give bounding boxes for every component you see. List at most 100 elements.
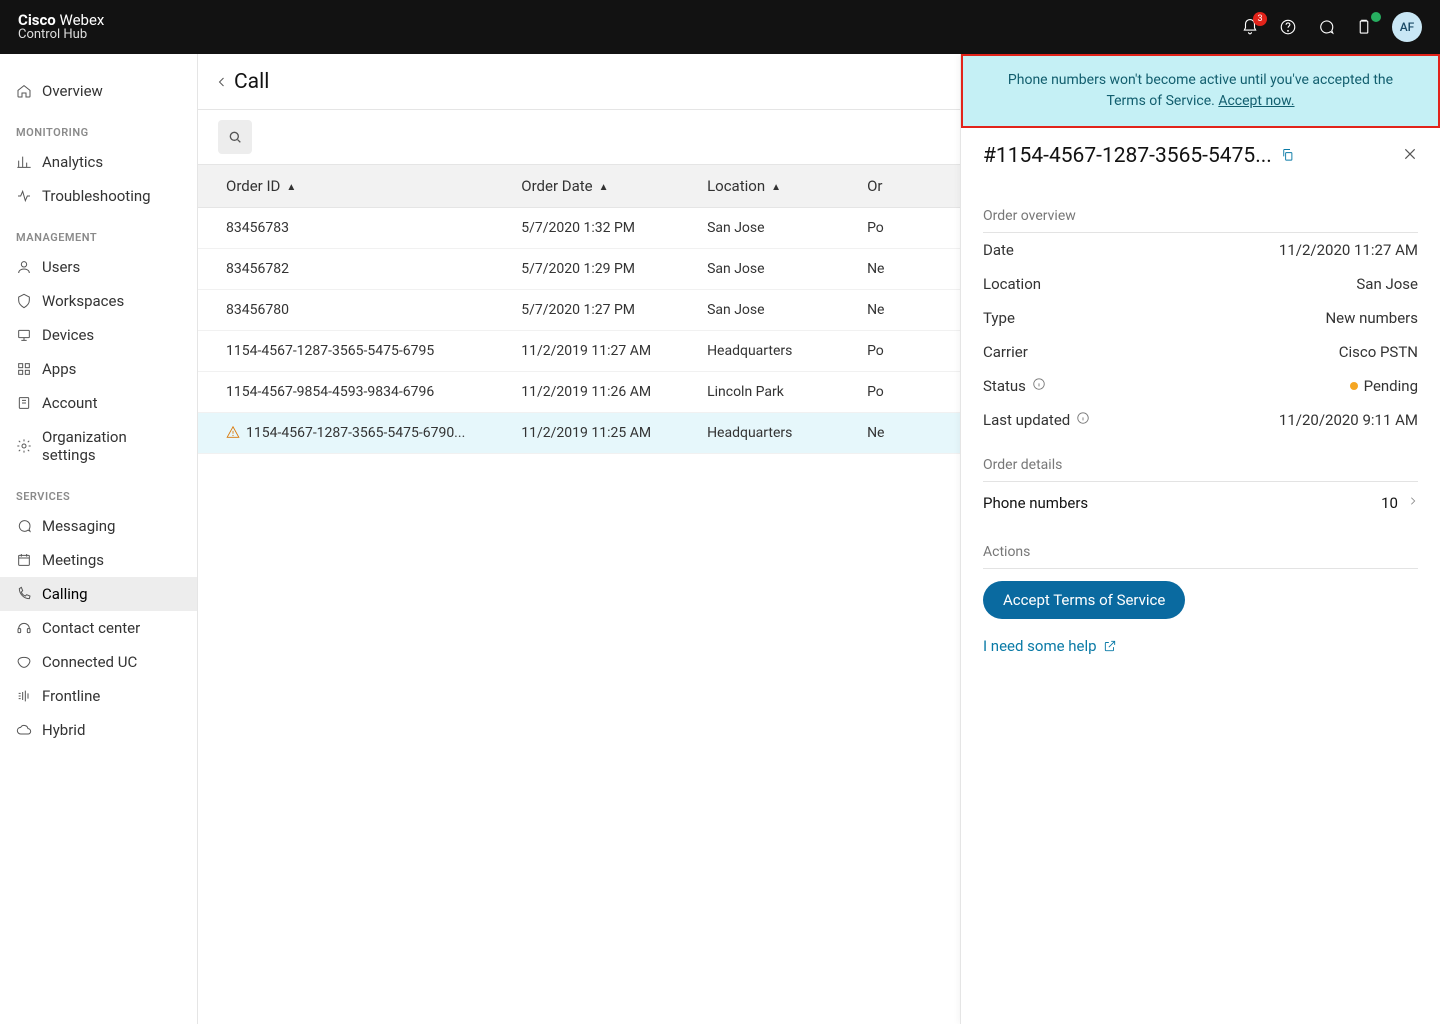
sidebar-label: Frontline [42,687,100,705]
top-actions: 3 AF [1240,12,1422,42]
sidebar-head-management: MANAGEMENT [0,213,197,250]
meetings-icon [16,552,32,568]
sidebar-item-connected-uc[interactable]: Connected UC [0,645,197,679]
cell-date: 5/7/2020 1:27 PM [493,290,679,331]
sidebar-item-workspaces[interactable]: Workspaces [0,284,197,318]
cell-location: San Jose [679,208,839,249]
sidebar-label: Meetings [42,551,104,569]
cell-date: 5/7/2020 1:32 PM [493,208,679,249]
banner-accept-link[interactable]: Accept now. [1218,93,1294,109]
sidebar-item-contact-center[interactable]: Contact center [0,611,197,645]
help-icon[interactable] [1278,17,1298,37]
kv-carrier-v: Cisco PSTN [1339,343,1418,361]
account-icon [16,395,32,411]
sidebar-label: Apps [42,360,76,378]
sidebar-item-devices[interactable]: Devices [0,318,197,352]
phone-k: Phone numbers [983,494,1088,512]
cell-date: 11/2/2019 11:27 AM [493,331,679,372]
back-title[interactable]: Call [216,70,269,94]
sidebar-label: Connected UC [42,653,137,671]
phone-v: 10 [1381,494,1398,512]
bell-icon[interactable]: 3 [1240,17,1260,37]
sidebar-item-analytics[interactable]: Analytics [0,145,197,179]
kv-type-v: New numbers [1325,309,1418,327]
page-title: Call [234,70,269,94]
notif-badge: 3 [1253,12,1267,26]
sidebar-label: Contact center [42,619,140,637]
sidebar-item-messaging[interactable]: Messaging [0,509,197,543]
sidebar-label: Troubleshooting [42,187,151,205]
detail-panel: Phone numbers won't become active until … [960,54,1440,1024]
sidebar-label: Devices [42,326,94,344]
warning-icon [226,425,240,439]
kv-status-k: Status [983,377,1046,395]
info-icon[interactable] [1032,377,1046,395]
sidebar-label: Hybrid [42,721,85,739]
accept-tos-button[interactable]: Accept Terms of Service [983,581,1185,619]
sidebar-item-troubleshooting[interactable]: Troubleshooting [0,179,197,213]
sidebar-item-calling[interactable]: Calling [0,577,197,611]
organization-settings-icon [16,438,32,454]
info-icon[interactable] [1076,411,1090,429]
sidebar-head-monitoring: MONITORING [0,108,197,145]
apps-icon [16,361,32,377]
phone-numbers-row[interactable]: Phone numbers 10 [983,482,1418,524]
panel-title: #1154-4567-1287-3565-5475... [983,144,1295,168]
sidebar-item-organization-settings[interactable]: Organization settings [0,420,197,472]
hybrid-icon [16,722,32,738]
close-icon[interactable] [1402,146,1418,166]
devices-icon [16,327,32,343]
help-link[interactable]: I need some help [983,637,1117,655]
cell-order-id: 1154-4567-1287-3565-5475-6790... [198,413,493,454]
cell-location: Headquarters [679,331,839,372]
sidebar-item-frontline[interactable]: Frontline [0,679,197,713]
details-heading: Order details [983,447,1418,482]
sidebar-label: Calling [42,585,88,603]
sidebar-label: Overview [42,82,103,100]
cell-location: San Jose [679,290,839,331]
main: Call Numbers Lo Order ID▲ Order Date▲ Lo… [198,54,1440,1024]
clipboard-badge [1371,12,1381,22]
col-location[interactable]: Location▲ [679,165,839,208]
copy-icon[interactable] [1280,144,1295,168]
clipboard-icon[interactable] [1354,17,1374,37]
status-dot-icon [1350,382,1358,390]
workspaces-icon [16,293,32,309]
col-order-date[interactable]: Order Date▲ [493,165,679,208]
top-bar: Cisco Webex Control Hub 3 AF [0,0,1440,54]
brand-sub: Control Hub [18,28,104,42]
brand: Cisco Webex Control Hub [18,12,104,43]
sidebar-item-account[interactable]: Account [0,386,197,420]
kv-type-k: Type [983,309,1015,327]
sidebar-item-overview[interactable]: Overview [0,74,197,108]
sidebar-item-apps[interactable]: Apps [0,352,197,386]
banner-text: Phone numbers won't become active until … [1008,72,1393,109]
analytics-icon [16,154,32,170]
avatar[interactable]: AF [1392,12,1422,42]
chat-icon[interactable] [1316,17,1336,37]
overview-heading: Order overview [983,198,1418,233]
contact-center-icon [16,620,32,636]
sort-icon: ▲ [771,182,781,193]
connected-uc-icon [16,654,32,670]
search-button[interactable] [218,120,252,154]
tos-banner: Phone numbers won't become active until … [961,54,1440,128]
sidebar-item-hybrid[interactable]: Hybrid [0,713,197,747]
sort-icon: ▲ [286,182,296,193]
cell-order-id: 1154-4567-1287-3565-5475-6795 [198,331,493,372]
sort-icon: ▲ [599,182,609,193]
sidebar-head-services: SERVICES [0,472,197,509]
frontline-icon [16,688,32,704]
sidebar-label: Organization settings [42,428,181,464]
brand-bold: Cisco [18,11,56,29]
cell-date: 5/7/2020 1:29 PM [493,249,679,290]
sidebar-label: Messaging [42,517,115,535]
cell-order-id: 83456782 [198,249,493,290]
troubleshooting-icon [16,188,32,204]
col-order-id[interactable]: Order ID▲ [198,165,493,208]
kv-date-v: 11/2/2020 11:27 AM [1279,241,1418,259]
cell-location: Headquarters [679,413,839,454]
sidebar-item-meetings[interactable]: Meetings [0,543,197,577]
sidebar-label: Analytics [42,153,103,171]
sidebar-item-users[interactable]: Users [0,250,197,284]
